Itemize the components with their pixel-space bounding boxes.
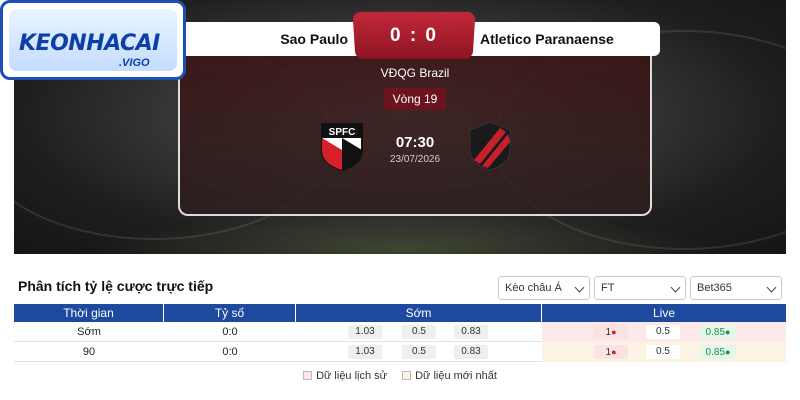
select-value: FT — [601, 282, 615, 294]
data-legend: Dữ liệu lịch sử Dữ liệu mới nhất — [14, 370, 786, 382]
table-row[interactable]: 90 0:0 1.03 0.5 0.83 1● 0.5 0.85● — [14, 342, 786, 362]
chevron-down-icon — [766, 282, 777, 293]
scoreboard: Sao Paulo 0 : 0 Atletico Paranaense — [180, 11, 660, 59]
match-card[interactable]: VĐQG Brazil Vòng 19 SPFC 07:30 23/07/202… — [178, 56, 652, 216]
early-odd-away: 0.83 — [454, 345, 488, 359]
bookmaker-select[interactable]: Bet365 — [690, 276, 782, 300]
period-select[interactable]: FT — [594, 276, 686, 300]
logo-background: KEONHACAI .VIGO — [9, 9, 177, 71]
league-name: VĐQG Brazil — [380, 66, 450, 80]
early-odd-away: 0.83 — [454, 325, 488, 339]
legend-swatch-latest — [402, 371, 412, 380]
kickoff-time: 07:30 — [395, 134, 435, 151]
logo-wordmark: KEONHACAI — [19, 31, 160, 56]
row-score: 0:0 — [222, 346, 238, 358]
select-value: Kèo châu Á — [505, 282, 562, 294]
page: VĐQG Brazil Vòng 19 SPFC 07:30 23/07/202… — [0, 0, 800, 400]
live-odd-away: 0.85● — [700, 325, 736, 339]
logo-subtext: .VIGO — [119, 57, 150, 69]
site-logo[interactable]: KEONHACAI .VIGO — [0, 0, 186, 80]
col-header-score: Tỷ số — [164, 304, 296, 322]
legend-swatch-history — [303, 371, 313, 380]
odds-down-arrow-icon: ● — [725, 327, 731, 337]
row-time: 90 — [82, 346, 96, 358]
row-time: Sớm — [77, 326, 101, 338]
live-odd-home: 1● — [594, 345, 628, 359]
live-odd-line: 0.5 — [646, 345, 680, 359]
live-odd-away: 0.85● — [700, 345, 736, 359]
live-odd-away-value: 0.85 — [705, 327, 726, 338]
legend-history: Dữ liệu lịch sử — [316, 370, 388, 382]
select-value: Bet365 — [697, 282, 732, 294]
row-score: 0:0 — [222, 326, 238, 338]
early-odd-line: 0.5 — [402, 345, 436, 359]
col-header-live: Live — [652, 306, 675, 320]
odds-panel: Phân tích tỷ lệ cược trực tiếp Kèo châu … — [14, 268, 786, 392]
odds-table-header: Thời gian Tỷ số Sớm Live — [14, 304, 786, 322]
live-odd-line: 0.5 — [646, 325, 680, 339]
early-odd-home: 1.03 — [348, 325, 382, 339]
panel-title: Phân tích tỷ lệ cược trực tiếp — [18, 278, 214, 294]
match-score: 0 : 0 — [389, 25, 439, 46]
col-header-time: Thời gian — [14, 304, 164, 322]
home-team-name[interactable]: Sao Paulo — [180, 22, 348, 56]
round-badge: Vòng 19 — [384, 88, 446, 110]
live-odd-home: 1● — [594, 325, 628, 339]
legend-latest: Dữ liệu mới nhất — [415, 370, 497, 382]
odds-up-arrow-icon: ● — [611, 327, 617, 337]
early-odd-line: 0.5 — [402, 325, 436, 339]
table-row[interactable]: Sớm 0:0 1.03 0.5 0.83 1● 0.5 0.85● — [14, 322, 786, 342]
odds-down-arrow-icon: ● — [725, 347, 731, 357]
chevron-down-icon — [670, 282, 681, 293]
handicap-type-select[interactable]: Kèo châu Á — [498, 276, 590, 300]
chevron-down-icon — [574, 282, 585, 293]
early-odd-home: 1.03 — [348, 345, 382, 359]
match-date: 23/07/2026 — [389, 154, 441, 165]
away-team-name[interactable]: Atletico Paranaense — [480, 22, 660, 56]
col-header-early: Sớm — [296, 304, 542, 322]
live-odd-away-value: 0.85 — [705, 347, 726, 358]
odds-up-arrow-icon: ● — [611, 347, 617, 357]
